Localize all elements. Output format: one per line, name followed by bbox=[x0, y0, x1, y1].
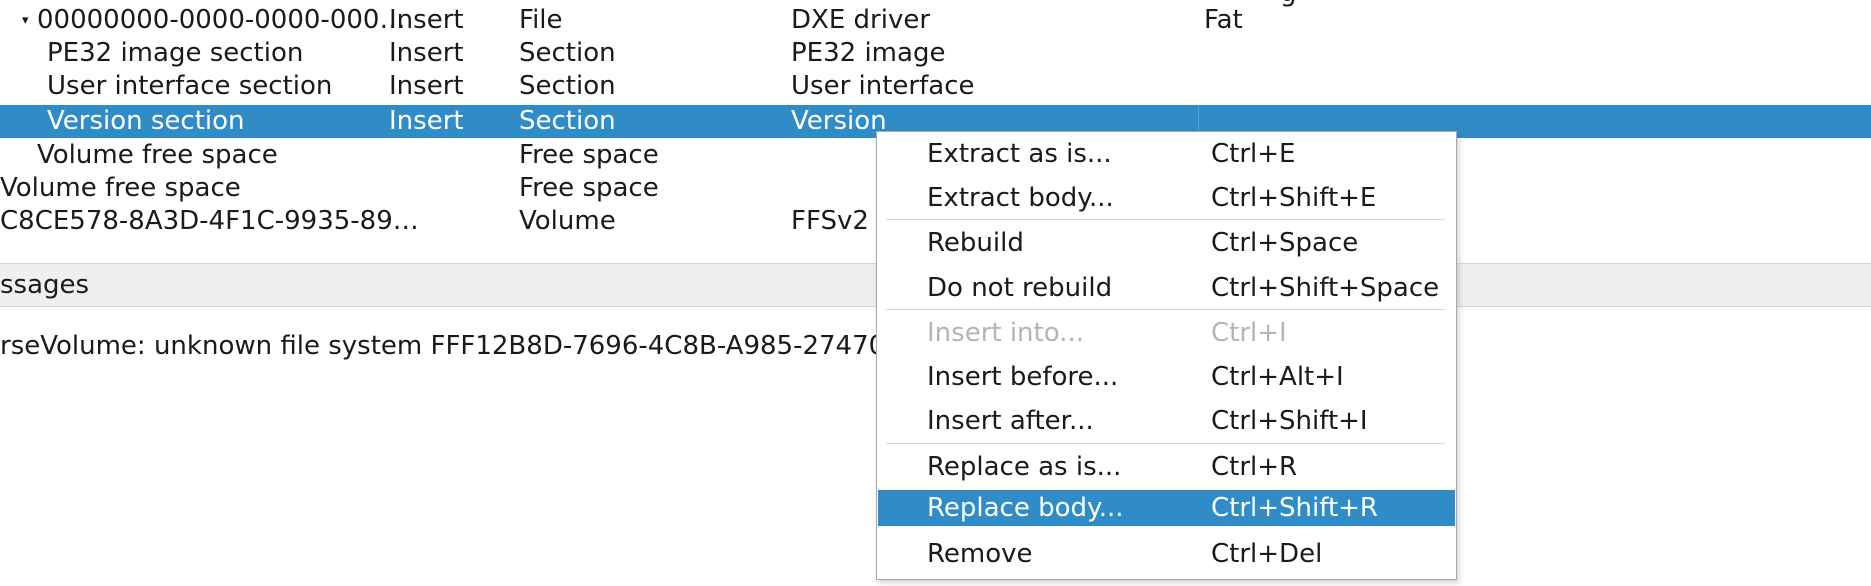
tree-item-action: Insert bbox=[389, 38, 464, 68]
menu-item-label: Replace body... bbox=[927, 493, 1124, 523]
tree-item-type: Volume bbox=[519, 206, 616, 236]
menu-item-replace-as-is[interactable]: Replace as is... Ctrl+R bbox=[878, 449, 1455, 485]
tree-item-type: File bbox=[519, 5, 563, 35]
tree-item-subtype: FFSv2 bbox=[791, 206, 869, 236]
tree-item-name: PE32 image section bbox=[47, 38, 304, 68]
menu-item-label: Rebuild bbox=[927, 228, 1024, 258]
tree-item-type: Free space bbox=[519, 173, 659, 203]
menu-item-label: Do not rebuild bbox=[927, 273, 1113, 303]
tree-item-type: Section bbox=[519, 38, 616, 68]
tree-item-name: C8CE578-8A3D-4F1C-9935-89… bbox=[0, 206, 419, 236]
messages-title: ssages bbox=[0, 270, 90, 300]
menu-item-shortcut: Ctrl+Shift+R bbox=[1211, 493, 1378, 523]
menu-item-extract-as-is[interactable]: Extract as is... Ctrl+E bbox=[878, 136, 1455, 172]
message-line[interactable]: rseVolume: unknown file system FFF12B8D-… bbox=[0, 330, 968, 362]
menu-item-do-not-rebuild[interactable]: Do not rebuild Ctrl+Shift+Space bbox=[878, 270, 1455, 306]
menu-item-label: Insert into... bbox=[927, 318, 1084, 348]
expand-arrow-icon[interactable]: ▾ bbox=[22, 4, 29, 37]
menu-item-insert-into: Insert into... Ctrl+I bbox=[878, 315, 1455, 351]
menu-item-label: Remove bbox=[927, 539, 1033, 569]
context-menu[interactable]: Extract as is... Ctrl+E Extract body... … bbox=[876, 131, 1457, 580]
tree-item-action: Insert bbox=[389, 5, 464, 35]
menu-item-replace-body[interactable]: Replace body... Ctrl+Shift+R bbox=[878, 490, 1455, 526]
tree-item-subtype: Version bbox=[791, 106, 887, 136]
tree-item-subtype: PE32 image bbox=[791, 38, 946, 68]
menu-item-remove[interactable]: Remove Ctrl+Del bbox=[878, 536, 1455, 572]
menu-item-shortcut: Ctrl+E bbox=[1211, 139, 1296, 169]
tree-row[interactable]: PE32 image section Insert Section PE32 i… bbox=[0, 37, 1871, 70]
tree-item-name: User interface section bbox=[47, 71, 333, 101]
menu-item-label: Insert after... bbox=[927, 406, 1094, 436]
tree-row[interactable]: User interface section Insert Section Us… bbox=[0, 70, 1871, 103]
tree-item-name: Volume free space bbox=[37, 140, 278, 170]
menu-separator bbox=[886, 443, 1445, 444]
menu-item-shortcut: Ctrl+Shift+I bbox=[1211, 406, 1368, 436]
tree-item-action: Insert bbox=[389, 106, 464, 136]
tree-item-action: Insert bbox=[389, 71, 464, 101]
tree-item-name: Version section bbox=[47, 106, 245, 136]
menu-item-label: Insert before... bbox=[927, 362, 1119, 392]
menu-item-shortcut: Ctrl+Shift+Space bbox=[1211, 273, 1440, 303]
menu-item-shortcut: Ctrl+I bbox=[1211, 318, 1287, 348]
menu-item-shortcut: Ctrl+R bbox=[1211, 452, 1298, 482]
menu-item-label: Extract body... bbox=[927, 183, 1114, 213]
tree-item-type: Free space bbox=[519, 140, 659, 170]
tree-item-type: Section bbox=[519, 71, 616, 101]
menu-item-shortcut: Ctrl+Alt+I bbox=[1211, 362, 1344, 392]
menu-separator bbox=[886, 219, 1445, 220]
menu-item-label: Extract as is... bbox=[927, 139, 1112, 169]
menu-item-shortcut: Ctrl+Del bbox=[1211, 539, 1323, 569]
tree-item-type: Section bbox=[519, 106, 616, 136]
tree-item-subtype: DXE driver bbox=[791, 5, 931, 35]
menu-separator bbox=[886, 309, 1445, 310]
menu-item-insert-after[interactable]: Insert after... Ctrl+Shift+I bbox=[878, 403, 1455, 439]
tree-item-text: Fat bbox=[1204, 5, 1243, 35]
menu-item-label: Replace as is... bbox=[927, 452, 1122, 482]
tree-item-subtype: User interface bbox=[791, 71, 975, 101]
tree-row[interactable]: ▾ 00000000-0000-0000-000… Insert File DX… bbox=[0, 4, 1871, 37]
tree-item-name: 00000000-0000-0000-000… bbox=[37, 5, 406, 35]
menu-item-rebuild[interactable]: Rebuild Ctrl+Space bbox=[878, 225, 1455, 261]
menu-item-shortcut: Ctrl+Space bbox=[1211, 228, 1359, 258]
menu-item-extract-body[interactable]: Extract body... Ctrl+Shift+E bbox=[878, 180, 1455, 216]
tree-item-name: Volume free space bbox=[0, 173, 241, 203]
menu-item-shortcut: Ctrl+Shift+E bbox=[1211, 183, 1377, 213]
menu-item-insert-before[interactable]: Insert before... Ctrl+Alt+I bbox=[878, 359, 1455, 395]
